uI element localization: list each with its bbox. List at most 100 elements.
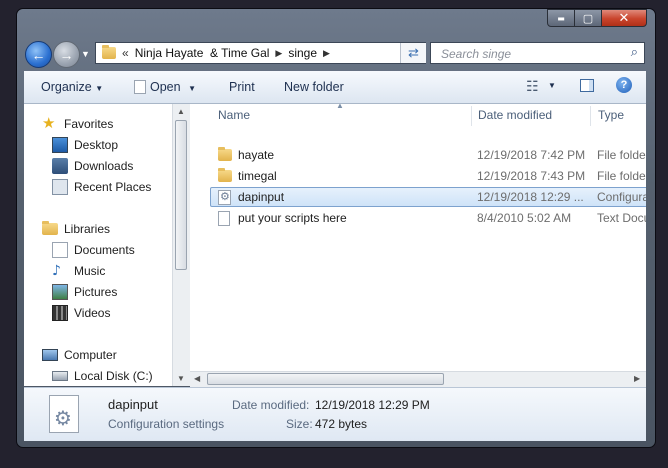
- print-button[interactable]: Print: [229, 80, 255, 94]
- back-arrow-icon: ←: [31, 46, 46, 63]
- nav-documents[interactable]: Documents: [52, 240, 135, 260]
- table-row-selected[interactable]: dapinput 12/19/2018 12:29 ... Configurat…: [210, 187, 646, 207]
- close-button[interactable]: ✕: [601, 9, 647, 27]
- file-date: 12/19/2018 7:42 PM: [477, 148, 586, 162]
- nav-recent-places[interactable]: Recent Places: [52, 177, 151, 197]
- file-type: File folder: [597, 169, 646, 183]
- column-header-name[interactable]: Name: [218, 104, 250, 126]
- address-overflow[interactable]: «: [122, 46, 129, 60]
- scroll-up-icon[interactable]: ▲: [177, 107, 185, 116]
- nav-label: Recent Places: [74, 180, 152, 194]
- table-row[interactable]: put your scripts here 8/4/2010 5:02 AM T…: [210, 208, 646, 228]
- change-view-icon[interactable]: ☷: [526, 78, 539, 95]
- maximize-icon: ▢: [582, 11, 594, 25]
- file-type: Configuration: [597, 190, 646, 204]
- scrollbar-thumb[interactable]: [207, 373, 444, 385]
- help-icon[interactable]: ?: [616, 77, 632, 93]
- scrollbar-thumb[interactable]: [175, 120, 187, 270]
- file-type: File folder: [597, 148, 646, 162]
- recent-places-icon: [52, 179, 68, 195]
- file-name: put your scripts here: [238, 211, 347, 225]
- forward-arrow-icon: →: [59, 46, 74, 63]
- nav-label: Pictures: [74, 285, 118, 299]
- open-button[interactable]: Open ▼: [134, 80, 196, 94]
- column-label: Date modified: [478, 108, 553, 122]
- new-folder-button[interactable]: New folder: [284, 80, 344, 94]
- computer-icon: [42, 349, 58, 361]
- recent-pages-dropdown[interactable]: ▼: [81, 49, 90, 59]
- config-file-icon: [218, 190, 231, 205]
- explorer-window: ▬ ▢ ✕ ← → ▼ « Ninja Hayate & Time Gal ▶ …: [16, 8, 656, 448]
- column-divider[interactable]: [471, 106, 472, 126]
- nav-label: Videos: [74, 306, 111, 320]
- preview-pane-icon[interactable]: [580, 79, 594, 92]
- nav-label: Computer: [64, 348, 117, 362]
- table-row[interactable]: hayate 12/19/2018 7:42 PM File folder: [210, 145, 646, 165]
- nav-label: Desktop: [74, 138, 119, 152]
- search-input[interactable]: Search singe ⌕: [430, 42, 645, 64]
- nav-pane-scrollbar[interactable]: ▲ ▼: [172, 104, 190, 386]
- chevron-down-icon: ▼: [81, 49, 90, 59]
- nav-local-disk[interactable]: Local Disk (C:): [52, 366, 153, 386]
- details-pane: ⚙ dapinput Configuration settings Date m…: [24, 387, 646, 441]
- file-date: 12/19/2018 12:29 ...: [477, 190, 584, 204]
- column-header-date-modified[interactable]: Date modified: [478, 104, 552, 126]
- scroll-right-icon[interactable]: ▶: [634, 374, 640, 383]
- forward-button[interactable]: →: [53, 41, 80, 68]
- file-date: 12/19/2018 7:43 PM: [477, 169, 586, 183]
- column-header-type[interactable]: Type: [598, 104, 624, 126]
- downloads-icon: [52, 158, 68, 174]
- breadcrumb-singe[interactable]: singe: [288, 46, 317, 60]
- nav-downloads[interactable]: Downloads: [52, 156, 133, 176]
- nav-label: Downloads: [74, 159, 134, 173]
- file-type: Text Docume: [597, 211, 646, 225]
- refresh-button[interactable]: ⇄: [400, 43, 426, 63]
- open-label: Open: [150, 80, 181, 94]
- file-list: Name ▲ Date modified Type hayate 12/19/2…: [190, 104, 646, 386]
- config-file-large-icon: ⚙: [49, 395, 79, 433]
- details-size-value: 472 bytes: [315, 417, 368, 431]
- nav-label: Documents: [74, 243, 135, 257]
- breadcrumb-ninja-hayate[interactable]: Ninja Hayate & Time Gal: [135, 46, 270, 60]
- nav-label: Favorites: [64, 117, 114, 131]
- nav-label: Local Disk (C:): [74, 369, 153, 383]
- scroll-left-icon[interactable]: ◀: [194, 374, 200, 383]
- minimize-button[interactable]: ▬: [547, 9, 575, 27]
- folder-icon: [218, 168, 232, 182]
- minimize-icon: ▬: [557, 13, 565, 23]
- nav-favorites[interactable]: ★ Favorites: [42, 114, 113, 134]
- pictures-icon: [52, 284, 68, 300]
- organize-button[interactable]: Organize ▼: [41, 80, 103, 94]
- nav-libraries[interactable]: Libraries: [42, 219, 110, 239]
- documents-icon: [52, 242, 68, 258]
- nav-music[interactable]: ♪ Music: [52, 261, 105, 281]
- view-options-dropdown[interactable]: ▼: [548, 81, 556, 90]
- music-icon: ♪: [52, 263, 61, 279]
- nav-desktop[interactable]: Desktop: [52, 135, 118, 155]
- table-row[interactable]: timegal 12/19/2018 7:43 PM File folder: [210, 166, 646, 186]
- details-file-name: dapinput: [108, 397, 158, 412]
- nav-pictures[interactable]: Pictures: [52, 282, 117, 302]
- close-icon: ✕: [618, 10, 630, 26]
- breadcrumb-separator-icon[interactable]: ▶: [323, 48, 330, 59]
- details-file-kind: Configuration settings: [108, 417, 225, 431]
- star-icon: ★: [42, 115, 56, 132]
- breadcrumb-separator-icon[interactable]: ▶: [275, 48, 282, 59]
- nav-label: Libraries: [64, 222, 111, 236]
- address-bar[interactable]: « Ninja Hayate & Time Gal ▶ singe ▶ ▼: [95, 42, 426, 64]
- column-label: Name: [218, 108, 251, 122]
- back-button[interactable]: ←: [25, 41, 52, 68]
- local-disk-icon: [52, 371, 68, 381]
- nav-computer[interactable]: Computer: [42, 345, 117, 365]
- file-list-scrollbar[interactable]: ◀ ▶: [190, 371, 646, 387]
- file-name: hayate: [238, 148, 275, 162]
- column-divider[interactable]: [590, 106, 591, 126]
- navigation-pane: ★ Favorites Desktop Downloads Recent Plac…: [24, 104, 172, 386]
- folder-icon: [102, 45, 116, 59]
- scroll-down-icon[interactable]: ▼: [177, 374, 185, 383]
- libraries-icon: [42, 221, 58, 235]
- maximize-button[interactable]: ▢: [574, 9, 602, 27]
- sort-arrow-icon: ▲: [336, 104, 344, 110]
- nav-videos[interactable]: Videos: [52, 303, 110, 323]
- open-icon: [134, 80, 146, 94]
